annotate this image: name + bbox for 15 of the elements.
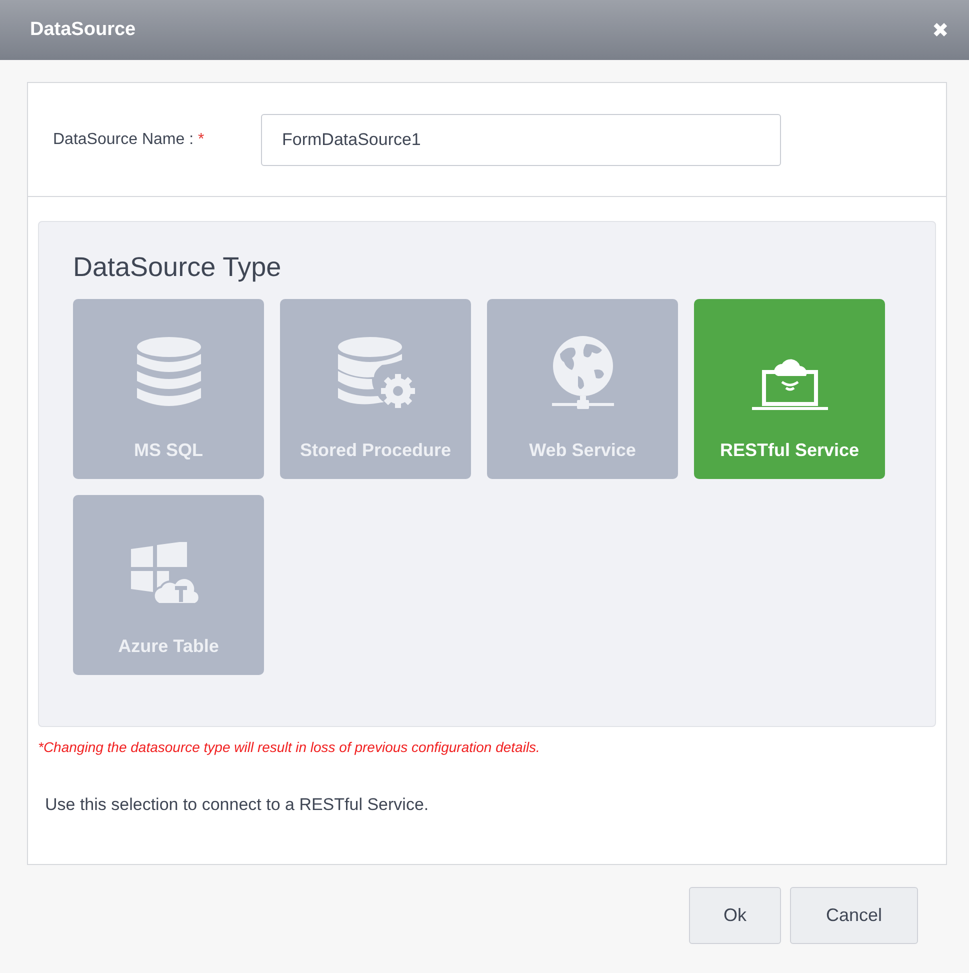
datasource-tile[interactable]: RESTful Service <box>694 299 885 479</box>
warning-text: *Changing the datasource type will result in loss of previous configuration details. <box>38 739 541 755</box>
name-field[interactable]: FormDataSource1 <box>261 114 781 166</box>
datasource-tile[interactable]: Azure Table <box>73 495 264 675</box>
datasource-tile[interactable]: Web Service <box>487 299 678 479</box>
ok-button[interactable]: Ok <box>689 887 781 944</box>
window-title: DataSource <box>30 19 136 41</box>
globe-network-icon <box>550 336 616 412</box>
cancel-button[interactable]: Cancel <box>790 887 918 944</box>
close-button[interactable]: ✖ <box>932 18 949 42</box>
description-text: Use this selection to connect to a RESTful Service. <box>45 795 430 815</box>
field-label: DataSource Name : * <box>53 130 206 148</box>
panel-title: DataSource Type <box>73 252 282 283</box>
datasource-tile[interactable]: Stored Procedure <box>280 299 471 479</box>
datasource-tile[interactable]: MS SQL <box>73 299 264 479</box>
